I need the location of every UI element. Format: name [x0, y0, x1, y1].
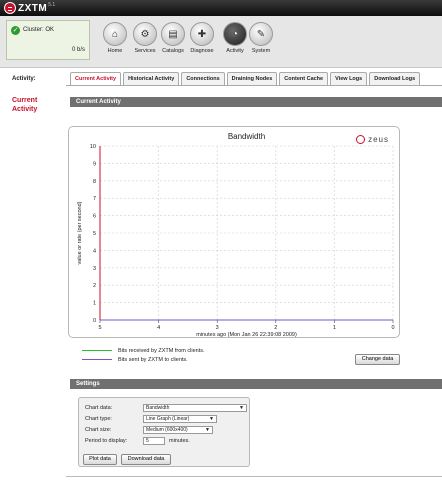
tab-download-logs[interactable]: Download Logs [369, 72, 421, 85]
x-tick-label: 4 [157, 325, 160, 331]
tab-view-logs[interactable]: View Logs [330, 72, 368, 85]
version-label: 5.1 [48, 2, 56, 8]
logo-text: ZXTM [18, 2, 48, 14]
y-tick-label: 0 [93, 318, 96, 324]
y-tick-label: 1 [93, 301, 96, 307]
legend-swatch-received [82, 350, 112, 351]
zxtm-logo: ZXTM 5.1 [4, 2, 55, 14]
cluster-status-panel[interactable]: ✓ Cluster: OK 0 b/s [6, 20, 90, 60]
services-icon: ⚙ [133, 22, 157, 46]
chart-svg: Bandwidth0123456789105 4 3 2 1 0minutes ago (… [77, 132, 395, 337]
nav-label: Catalogs [162, 48, 184, 54]
check-icon: ✓ [11, 26, 20, 35]
chevron-down-icon: ▼ [239, 405, 244, 411]
zeus-logo-icon [4, 2, 16, 14]
chart-size-value: Medium (600x400) [146, 427, 188, 433]
chevron-down-icon: ▼ [209, 416, 214, 422]
chart-size-select[interactable]: Medium (600x400) ▼ [143, 426, 213, 434]
tab-divider [66, 85, 442, 86]
chart-data-value: Bandwidth [146, 405, 170, 411]
cluster-rate: 0 b/s [71, 47, 85, 53]
tab-current-activity[interactable]: Current Activity [70, 72, 122, 85]
x-tick-label: 2 [274, 325, 277, 331]
nav-label: Home [107, 48, 123, 54]
settings-panel: Chart data: Bandwidth ▼ Chart type: Line… [78, 397, 250, 467]
x-tick-label: 0 [391, 325, 394, 331]
nav-system-button[interactable]: ✎ System [248, 22, 274, 54]
diagnose-icon: ✚ [190, 22, 214, 46]
chart-size-label: Chart size: [85, 427, 112, 433]
x-tick-label: 3 [216, 325, 219, 331]
home-icon: ⌂ [103, 22, 127, 46]
nav-home-button[interactable]: ⌂ Home [102, 22, 128, 54]
section-label: Activity: [12, 76, 36, 82]
y-axis-label: value or rate (per second) [77, 201, 83, 264]
chart-data-label: Chart data: [85, 405, 113, 411]
x-tick-label: 1 [333, 325, 336, 331]
bandwidth-chart: Bandwidth 0 1 2 3 4 5 6 7 8 9 10 5 4 3 2 1 0 minutes ago (… [68, 126, 400, 338]
nav-catalogs-button[interactable]: ▤ Catalogs [160, 22, 186, 54]
legend-label: Bits received by ZXTM from clients. [118, 347, 205, 354]
legend-item: Bits sent by ZXTM to clients. [82, 355, 205, 364]
chart-title: Bandwidth [228, 132, 265, 141]
activity-icon: ◔ [223, 22, 247, 46]
period-label: Period to display: [85, 438, 128, 444]
zeus-brand-logo: zeus [356, 135, 389, 144]
nav-label: Diagnose [190, 48, 214, 54]
chart-data-select[interactable]: Bandwidth ▼ [143, 404, 247, 412]
y-tick-label: 9 [93, 161, 96, 167]
chart-type-label: Chart type: [85, 416, 112, 422]
y-tick-label: 4 [93, 248, 96, 254]
wrench-icon: ✎ [249, 22, 273, 46]
legend-item: Bits received by ZXTM from clients. [82, 346, 205, 355]
current-activity-header: Current Activity [70, 97, 442, 107]
nav-activity-button[interactable]: ◔ Activity [222, 22, 248, 54]
header: ✓ Cluster: OK 0 b/s ⌂ Home ⚙ Services ▤ … [0, 16, 442, 68]
nav-label: Activity [226, 48, 244, 54]
legend-swatch-sent [82, 359, 112, 360]
tab-bar: Current Activity Historical Activity Con… [70, 72, 422, 85]
y-tick-label: 2 [93, 283, 96, 289]
y-tick-label: 8 [93, 179, 96, 185]
nav-services-button[interactable]: ⚙ Services [132, 22, 158, 54]
tab-connections[interactable]: Connections [181, 72, 225, 85]
nav-diagnose-button[interactable]: ✚ Diagnose [189, 22, 215, 54]
chart-type-value: Line Graph (Linear) [146, 416, 190, 422]
settings-header: Settings [70, 379, 442, 389]
chart-legend: Bits received by ZXTM from clients. Bits… [82, 346, 205, 364]
zeus-brand-text: zeus [368, 135, 389, 144]
y-tick-label: 3 [93, 266, 96, 272]
tab-draining-nodes[interactable]: Draining Nodes [226, 72, 278, 85]
nav-label: System [251, 48, 271, 54]
tab-content-cache[interactable]: Content Cache [279, 72, 329, 85]
period-unit: minutes. [169, 438, 190, 444]
y-tick-label: 5 [93, 231, 96, 237]
catalogs-icon: ▤ [161, 22, 185, 46]
cluster-status: Cluster: OK [23, 27, 55, 33]
zeus-mark-icon [356, 135, 366, 144]
y-tick-label: 6 [93, 214, 96, 220]
bottom-divider [66, 476, 442, 477]
y-tick-label: 7 [93, 196, 96, 202]
top-bar: ZXTM 5.1 [0, 0, 442, 16]
x-axis-label: minutes ago (Mon Jan 26 22:39:08 2009) [196, 332, 297, 337]
plot-data-button[interactable]: Plot data [83, 454, 117, 465]
page-title: Current Activity [12, 97, 38, 113]
y-tick-label: 10 [90, 144, 96, 150]
chart-type-select[interactable]: Line Graph (Linear) ▼ [143, 415, 217, 423]
legend-label: Bits sent by ZXTM to clients. [118, 356, 188, 363]
period-input[interactable]: 5 [143, 437, 165, 445]
change-data-button[interactable]: Change data [355, 354, 400, 365]
download-data-button[interactable]: Download data [121, 454, 171, 465]
x-tick-label: 5 [98, 325, 101, 331]
chevron-down-icon: ▼ [205, 427, 210, 433]
tab-historical-activity[interactable]: Historical Activity [123, 72, 180, 85]
nav-label: Services [134, 48, 156, 54]
